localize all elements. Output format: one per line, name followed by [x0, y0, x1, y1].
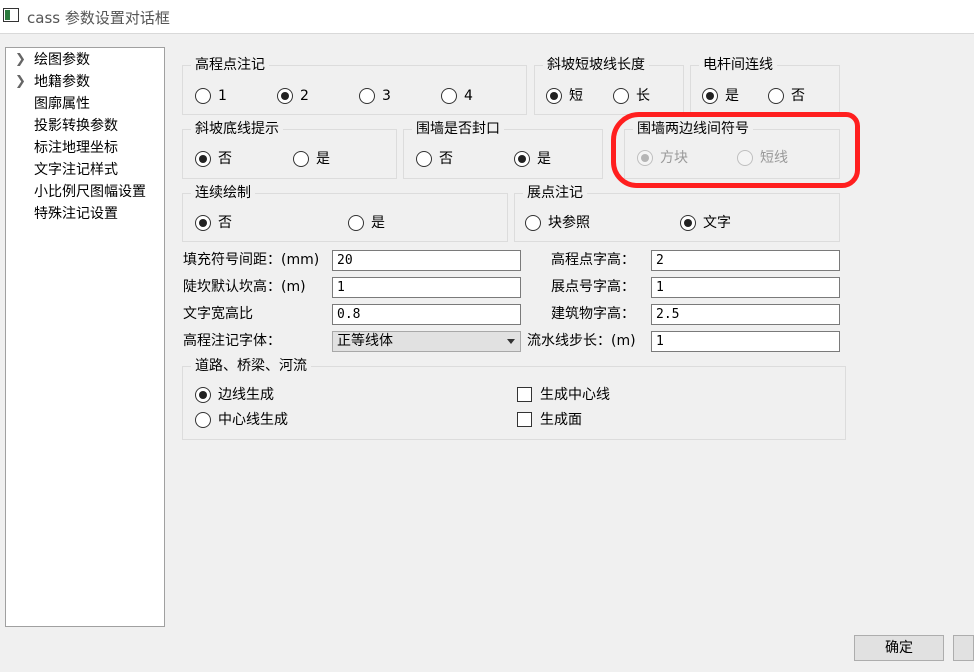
radio-button[interactable]: [525, 215, 541, 231]
label-flow-step: 流水线步长：(m): [527, 333, 636, 349]
group-title: 道路、桥梁、河流: [191, 356, 311, 376]
radio-button-selected[interactable]: [702, 88, 718, 104]
radio-button-selected[interactable]: [680, 215, 696, 231]
tree-item-text-style[interactable]: 文字注记样式: [6, 160, 164, 180]
radio-button[interactable]: [768, 88, 784, 104]
radio-button-selected[interactable]: [195, 151, 211, 167]
ok-button[interactable]: 确定: [854, 635, 944, 661]
tree-item-cadastral-params[interactable]: ❯ 地籍参数: [6, 72, 164, 92]
group-wall-closed: 围墙是否封口 否 是: [403, 119, 603, 179]
checkbox[interactable]: [517, 387, 532, 402]
tree-item-drawing-params[interactable]: ❯ 绘图参数: [6, 50, 164, 70]
radio-button[interactable]: [613, 88, 629, 104]
chevron-right-icon[interactable]: ❯: [15, 72, 26, 92]
group-title: 斜坡短坡线长度: [543, 55, 649, 75]
radio-button[interactable]: [195, 88, 211, 104]
group-continuous: 连续绘制 否 是: [182, 183, 508, 242]
chevron-right-icon[interactable]: ❯: [15, 50, 26, 70]
cancel-button[interactable]: [953, 635, 974, 661]
tree-item-small-scale[interactable]: 小比例尺图幅设置: [6, 182, 164, 202]
radio-button-selected[interactable]: [195, 215, 211, 231]
window-title: cass 参数设置对话框: [27, 9, 170, 27]
group-title: 围墙两边线间符号: [633, 119, 753, 139]
group-title: 电杆间连线: [699, 55, 777, 75]
radio-button[interactable]: [441, 88, 457, 104]
pointno-height-input[interactable]: [651, 277, 840, 298]
app-icon: [3, 8, 19, 22]
checkbox[interactable]: [517, 412, 532, 427]
fill-spacing-input[interactable]: [332, 250, 521, 271]
group-title: 斜坡底线提示: [191, 119, 283, 139]
radio-button-disabled[interactable]: [737, 150, 753, 166]
group-pole-line: 电杆间连线 是 否: [690, 55, 840, 115]
label-elevation-height: 高程点字高：: [551, 252, 635, 268]
settings-tree: ❯ 绘图参数 ❯ 地籍参数 图廓属性 投影转换参数 标注地理坐标 文字注记样式 …: [5, 47, 165, 627]
radio-button-selected[interactable]: [195, 387, 211, 403]
label-building-height: 建筑物字高：: [551, 306, 635, 322]
group-title: 连续绘制: [191, 183, 255, 203]
tree-item-projection-params[interactable]: 投影转换参数: [6, 116, 164, 136]
steep-height-input[interactable]: [332, 277, 521, 298]
radio-button-selected[interactable]: [514, 151, 530, 167]
title-bar: cass 参数设置对话框: [0, 0, 974, 34]
radio-button[interactable]: [195, 412, 211, 428]
label-fill-spacing: 填充符号间距：(mm): [183, 252, 320, 268]
radio-button-selected[interactable]: [546, 88, 562, 104]
elevation-font-select[interactable]: 正等线体: [332, 331, 521, 352]
radio-button[interactable]: [293, 151, 309, 167]
radio-button-disabled-selected[interactable]: [637, 150, 653, 166]
radio-button[interactable]: [416, 151, 432, 167]
text-ratio-input[interactable]: [332, 304, 521, 325]
building-height-input[interactable]: [651, 304, 840, 325]
group-slope-bottom: 斜坡底线提示 否 是: [182, 119, 397, 179]
elevation-height-input[interactable]: [651, 250, 840, 271]
group-title: 围墙是否封口: [412, 119, 504, 139]
tree-item-geo-coordinates[interactable]: 标注地理坐标: [6, 138, 164, 158]
radio-button[interactable]: [348, 215, 364, 231]
group-title: 高程点注记: [191, 55, 269, 75]
label-steep-height: 陡坎默认坎高：(m): [183, 279, 306, 295]
label-text-ratio: 文字宽高比: [183, 306, 253, 322]
group-point-note: 展点注记 块参照 文字: [514, 183, 840, 242]
label-pointno-height: 展点号字高：: [551, 279, 635, 295]
group-road: 道路、桥梁、河流 边线生成 中心线生成 生成中心线 生成面: [182, 356, 846, 440]
flow-step-input[interactable]: [651, 331, 840, 352]
radio-button[interactable]: [359, 88, 375, 104]
tree-item-special-notes[interactable]: 特殊注记设置: [6, 204, 164, 224]
group-slope-length: 斜坡短坡线长度 短 长: [534, 55, 684, 115]
group-elevation-note: 高程点注记 1 2 3 4: [182, 55, 527, 115]
group-wall-symbol: 围墙两边线间符号 方块 短线: [624, 119, 840, 179]
chevron-down-icon[interactable]: [507, 339, 515, 344]
label-elevation-font: 高程注记字体：: [183, 333, 281, 349]
group-title: 展点注记: [523, 183, 587, 203]
tree-item-frame-attributes[interactable]: 图廓属性: [6, 94, 164, 114]
radio-button-selected[interactable]: [277, 88, 293, 104]
select-value: 正等线体: [337, 333, 393, 349]
